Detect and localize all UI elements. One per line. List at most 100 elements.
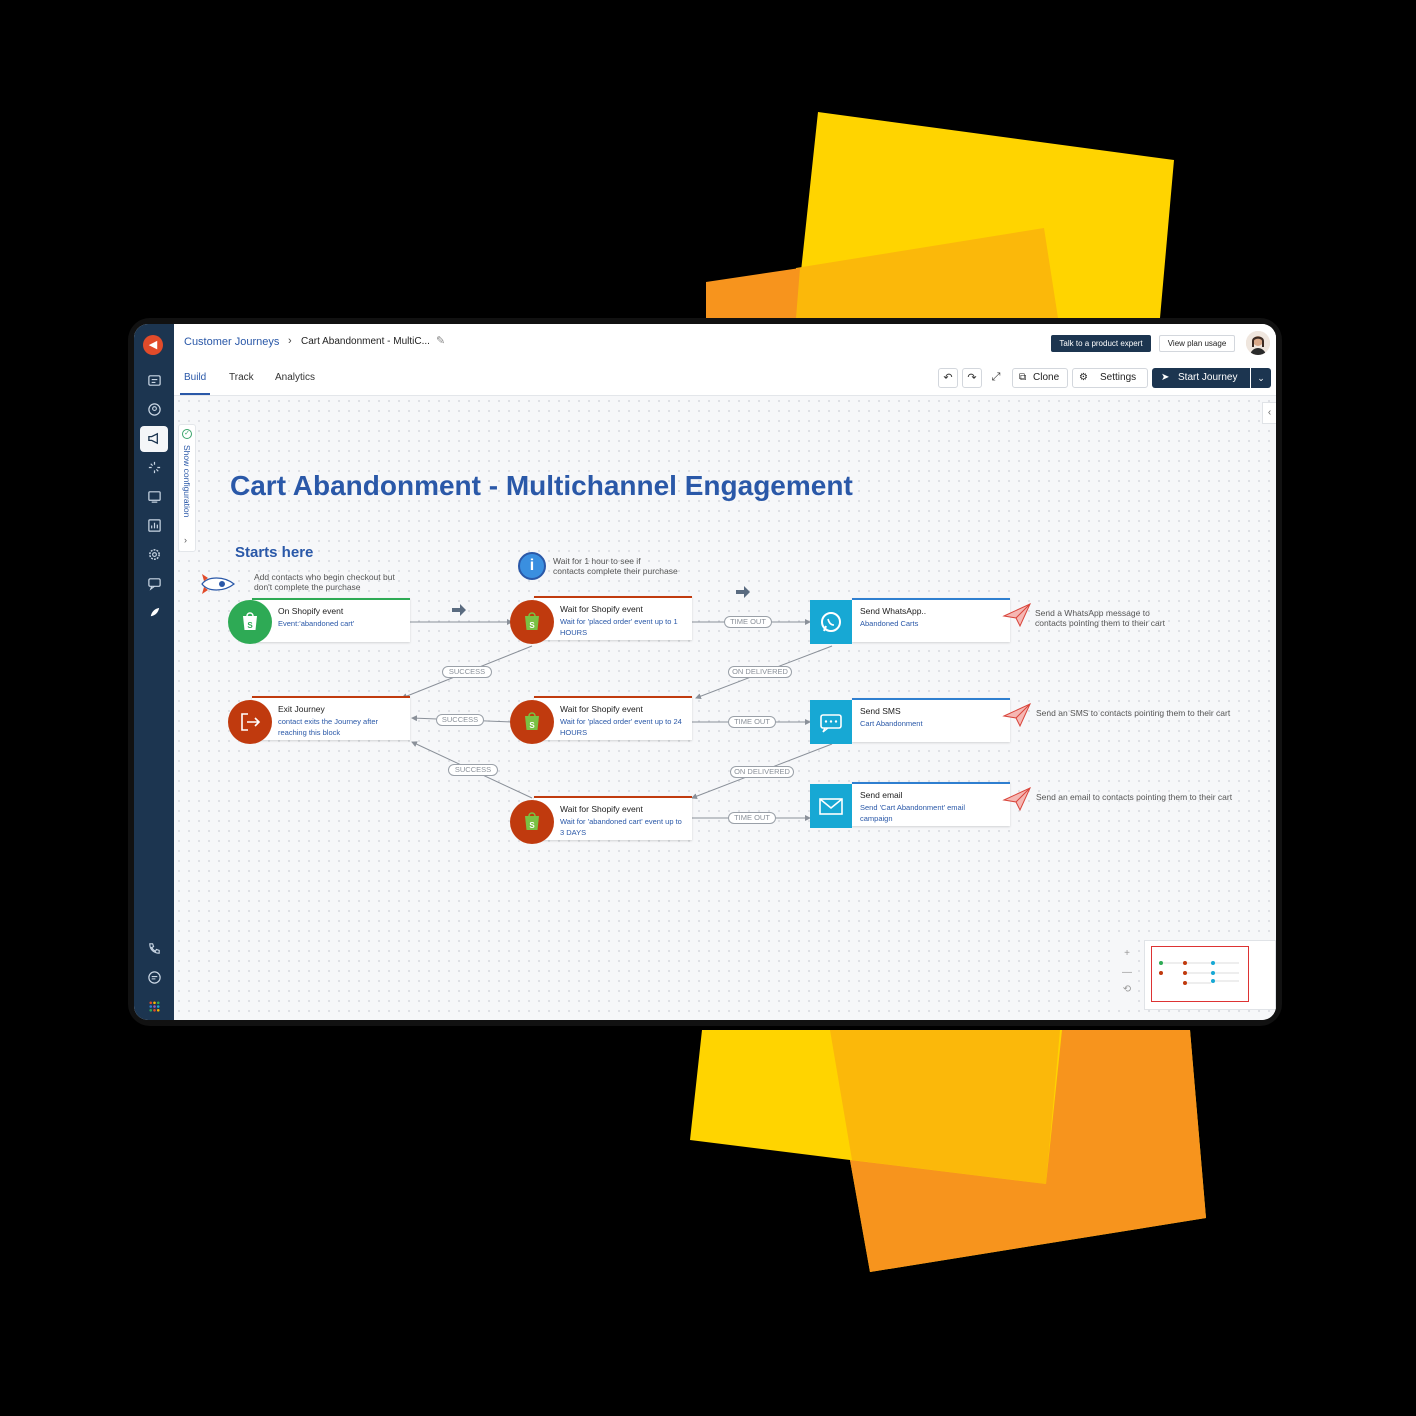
shopify-icon: S bbox=[510, 700, 554, 744]
start-journey-label: Start Journey bbox=[1178, 372, 1238, 383]
note-sms: Send an SMS to contacts pointing them to… bbox=[1036, 708, 1231, 718]
time-out-pill: TIME OUT bbox=[728, 716, 776, 728]
on-delivered-pill: ON DELIVERED bbox=[728, 666, 792, 678]
zoom-reset-icon[interactable]: ⟲ bbox=[1116, 984, 1138, 995]
tab-bar: Build Track Analytics ↶ ↷ ⤢ ⧉ Clone ⚙ Sett… bbox=[174, 360, 1276, 396]
minimap[interactable] bbox=[1144, 940, 1276, 1010]
send-icon: ➤ bbox=[1161, 372, 1170, 383]
on-delivered-pill: ON DELIVERED bbox=[730, 766, 794, 778]
svg-text:S: S bbox=[529, 721, 535, 730]
tab-analytics[interactable]: Analytics bbox=[275, 372, 315, 383]
node-title: Wait for Shopify event bbox=[560, 604, 643, 614]
info-icon: i bbox=[518, 552, 546, 580]
minimap-preview bbox=[1159, 961, 1239, 985]
shopify-icon: S bbox=[228, 600, 272, 644]
redo-icon[interactable]: ↷ bbox=[962, 368, 982, 388]
app-window: ◀ Customer Journeys › Cart Abandonment -… bbox=[128, 318, 1282, 1026]
node-title: Send SMS bbox=[860, 706, 901, 716]
contacts-icon[interactable] bbox=[140, 397, 168, 423]
reports-icon[interactable] bbox=[140, 513, 168, 539]
apps-icon[interactable] bbox=[140, 994, 168, 1020]
stage: ◀ Customer Journeys › Cart Abandonment -… bbox=[0, 0, 1416, 1416]
wait-node-1[interactable]: Wait for Shopify event Wait for 'placed … bbox=[534, 596, 692, 640]
undo-icon[interactable]: ↶ bbox=[938, 368, 958, 388]
success-pill: SUCCESS bbox=[436, 714, 484, 726]
sms-icon bbox=[810, 700, 852, 744]
svg-text:S: S bbox=[247, 621, 253, 630]
svg-text:S: S bbox=[529, 621, 535, 630]
gear-icon: ⚙ bbox=[1079, 372, 1088, 383]
left-nav: ◀ bbox=[134, 324, 174, 1020]
landing-pages-icon[interactable] bbox=[140, 484, 168, 510]
whatsapp-icon bbox=[810, 600, 852, 644]
success-pill: SUCCESS bbox=[448, 764, 498, 776]
whatsapp-node[interactable]: Send WhatsApp.. Abandoned Carts bbox=[852, 598, 1010, 642]
chat-icon[interactable] bbox=[140, 965, 168, 991]
note-start: Add contacts who begin checkout but don'… bbox=[254, 572, 395, 592]
top-bar: Customer Journeys › Cart Abandonment - M… bbox=[174, 324, 1276, 360]
tab-build[interactable]: Build bbox=[184, 372, 206, 383]
view-plan-usage-button[interactable]: View plan usage bbox=[1159, 335, 1235, 352]
svg-text:S: S bbox=[529, 821, 535, 830]
active-tab-indicator bbox=[180, 393, 210, 395]
clone-button[interactable]: ⧉ Clone bbox=[1012, 368, 1068, 388]
clone-label: Clone bbox=[1033, 372, 1060, 383]
zoom-in-icon[interactable]: + bbox=[1116, 948, 1138, 959]
edit-name-icon[interactable]: ✎ bbox=[436, 334, 445, 347]
start-journey-dropdown[interactable]: ⌄ bbox=[1251, 368, 1271, 388]
node-subtitle: Abandoned Carts bbox=[860, 619, 919, 628]
node-title: Exit Journey bbox=[278, 704, 325, 714]
paper-plane-icon bbox=[1002, 702, 1032, 733]
node-title: On Shopify event bbox=[278, 606, 344, 616]
shopify-icon: S bbox=[510, 800, 554, 844]
node-title: Wait for Shopify event bbox=[560, 704, 643, 714]
conversations-icon[interactable] bbox=[140, 571, 168, 597]
breadcrumb-parent[interactable]: Customer Journeys bbox=[184, 336, 279, 348]
email-node[interactable]: Send email Send 'Cart Abandonment' email… bbox=[852, 782, 1010, 826]
zoom-controls: + — ⟲ bbox=[1116, 940, 1138, 1010]
email-icon bbox=[810, 784, 852, 828]
avatar[interactable] bbox=[1246, 331, 1270, 355]
exit-journey-node[interactable]: Exit Journey contact exits the Journey a… bbox=[252, 696, 410, 740]
exit-icon bbox=[228, 700, 272, 744]
fullscreen-icon[interactable]: ⤢ bbox=[986, 368, 1006, 388]
note-whatsapp: Send a WhatsApp message to contacts poin… bbox=[1035, 608, 1165, 628]
tab-track[interactable]: Track bbox=[229, 372, 254, 383]
campaigns-icon[interactable] bbox=[140, 426, 168, 452]
node-subtitle: contact exits the Journey after reaching… bbox=[278, 717, 379, 737]
logo-icon[interactable]: ◀ bbox=[143, 335, 163, 355]
trigger-node[interactable]: On Shopify event Event:'abandoned cart' bbox=[252, 598, 410, 642]
shopify-icon: S bbox=[510, 600, 554, 644]
journey-canvas[interactable]: ‹ ✓ Show configuration › Cart Abandonmen… bbox=[174, 396, 1276, 1020]
paper-plane-icon bbox=[1002, 602, 1032, 633]
wait-node-3[interactable]: Wait for Shopify event Wait for 'abandon… bbox=[534, 796, 692, 840]
rocket-illustration bbox=[198, 572, 238, 601]
node-title: Send email bbox=[860, 790, 903, 800]
paper-plane-icon bbox=[1002, 786, 1032, 817]
node-subtitle: Cart Abandonment bbox=[860, 719, 923, 728]
time-out-pill: TIME OUT bbox=[728, 812, 776, 824]
automation-icon[interactable] bbox=[140, 455, 168, 481]
settings-button[interactable]: ⚙ Settings bbox=[1072, 368, 1148, 388]
wait-node-2[interactable]: Wait for Shopify event Wait for 'placed … bbox=[534, 696, 692, 740]
inbox-icon[interactable] bbox=[140, 368, 168, 394]
node-subtitle: Wait for 'abandoned cart' event up to 3 … bbox=[560, 817, 682, 837]
talk-to-expert-button[interactable]: Talk to a product expert bbox=[1051, 335, 1151, 352]
node-subtitle: Wait for 'placed order' event up to 1 HO… bbox=[560, 617, 678, 637]
rocket-icon[interactable] bbox=[140, 600, 168, 626]
start-journey-button[interactable]: ➤ Start Journey bbox=[1152, 368, 1250, 388]
clone-icon: ⧉ bbox=[1019, 372, 1027, 383]
node-title: Wait for Shopify event bbox=[560, 804, 643, 814]
node-title: Send WhatsApp.. bbox=[860, 606, 927, 616]
node-subtitle: Wait for 'placed order' event up to 24 H… bbox=[560, 717, 682, 737]
node-subtitle: Event:'abandoned cart' bbox=[278, 619, 355, 628]
zoom-out-icon[interactable]: — bbox=[1116, 967, 1138, 978]
screen: ◀ Customer Journeys › Cart Abandonment -… bbox=[134, 324, 1276, 1020]
breadcrumb-separator: › bbox=[288, 335, 292, 347]
node-subtitle: Send 'Cart Abandonment' email campaign bbox=[860, 803, 966, 823]
sms-node[interactable]: Send SMS Cart Abandonment bbox=[852, 698, 1010, 742]
breadcrumb-current: Cart Abandonment - MultiC... bbox=[301, 336, 430, 347]
phone-icon[interactable] bbox=[140, 936, 168, 962]
settings-icon[interactable] bbox=[140, 542, 168, 568]
note-email: Send an email to contacts pointing them … bbox=[1036, 792, 1233, 802]
